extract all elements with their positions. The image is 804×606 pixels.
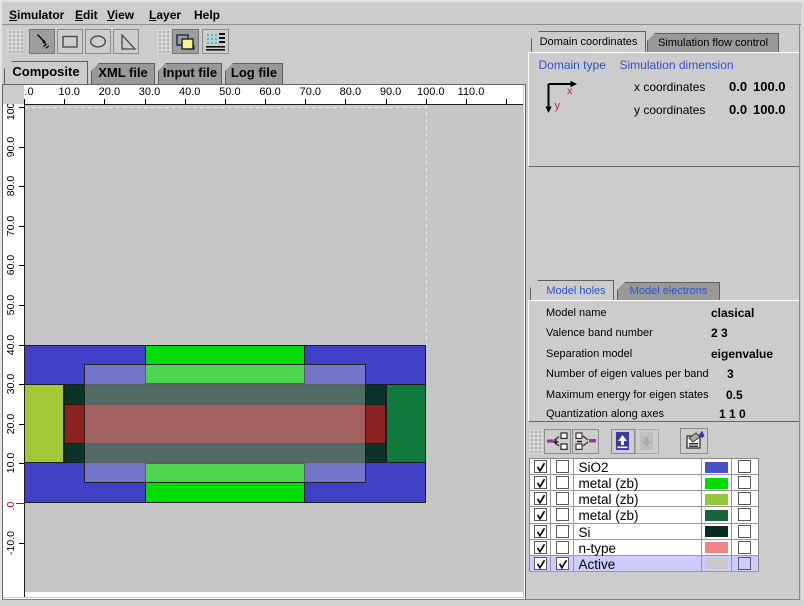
svg-text:y: y: [555, 100, 561, 112]
svg-text:x: x: [567, 86, 573, 98]
